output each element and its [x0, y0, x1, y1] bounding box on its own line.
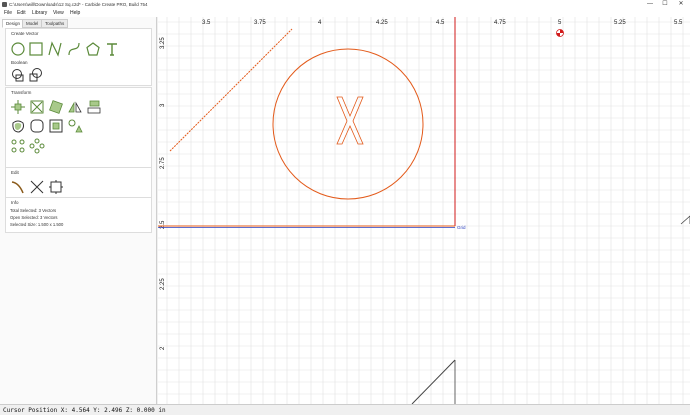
cursor-position-readout: Cursor Position X: 4.564 Y: 2.496 Z: 0.0…: [3, 406, 166, 414]
total-selected-info: Total Selected: 3 Vectors: [10, 208, 57, 213]
mirror-icon[interactable]: [67, 99, 83, 115]
app-icon: [2, 2, 7, 7]
menu-file[interactable]: File: [4, 10, 12, 16]
menu-library[interactable]: Library: [32, 10, 47, 16]
boolean-label: Boolean: [11, 60, 28, 65]
x-tick-label: 5.5: [674, 20, 683, 26]
tab-toolpaths[interactable]: Toolpaths: [41, 19, 69, 28]
menu-bar: File Edit Library View Help: [0, 9, 690, 17]
minor-grid: [158, 17, 690, 404]
status-bar: Cursor Position X: 4.564 Y: 2.496 Z: 0.0…: [0, 404, 690, 415]
boolean-panel: Boolean: [5, 58, 152, 86]
partial-shape-vector[interactable]: [680, 215, 690, 225]
design-sidebar: Design Model Toolpaths Create Vector Boo…: [0, 17, 157, 404]
menu-view[interactable]: View: [53, 10, 64, 16]
trim-icon[interactable]: [29, 179, 45, 195]
x-tick-label: 4.25: [376, 20, 388, 26]
canvas-drawing[interactable]: 3.5 3.75 4 4.25 4.5 4.75 5 5.25 5.5 3.25…: [158, 17, 690, 404]
window-title: C:\Users\will\Downloads\12 Sq.c2d* - Car…: [9, 1, 148, 7]
offset-icon[interactable]: [10, 118, 26, 134]
menu-edit[interactable]: Edit: [17, 10, 26, 16]
tab-model[interactable]: Model: [22, 19, 43, 28]
design-canvas[interactable]: 3.5 3.75 4 4.25 4.5 4.75 5 5.25 5.5 3.25…: [158, 17, 690, 404]
create-vector-label: Create Vector: [11, 31, 39, 36]
transform-label: Transform: [11, 90, 32, 95]
maximize-button[interactable]: ☐: [659, 0, 671, 8]
x-tick-label: 4: [318, 20, 322, 26]
y-tick-label: 2.25: [160, 278, 166, 290]
info-label: Info: [11, 200, 19, 205]
y-tick-label: 2.75: [160, 157, 166, 169]
selected-size-info: Selected Size: 1.500 x 1.500: [10, 222, 64, 227]
y-axis-labels: 3.25 3 2.75 2.5 2.25 2: [160, 37, 166, 350]
node-edit-icon[interactable]: [10, 179, 26, 195]
home-marker-icon: [556, 29, 564, 37]
x-tick-label: 3.5: [202, 20, 211, 26]
edit-panel: Edit: [5, 167, 152, 199]
rotate-icon[interactable]: [48, 99, 64, 115]
x-tick-label: 5: [558, 20, 562, 26]
edit-label: Edit: [11, 170, 19, 175]
x-tick-label: 4.75: [494, 20, 506, 26]
text-tool-icon[interactable]: [104, 41, 120, 57]
join-icon[interactable]: [48, 179, 64, 195]
info-panel: Info Total Selected: 3 Vectors Open Sele…: [5, 197, 152, 233]
circle-vector[interactable]: [272, 48, 424, 200]
x-tick-label: 5.25: [614, 20, 626, 26]
array-icon[interactable]: [67, 118, 83, 134]
move-icon[interactable]: [10, 99, 26, 115]
menu-help[interactable]: Help: [70, 10, 80, 16]
x-tick-label: 3.75: [254, 20, 266, 26]
scale-icon[interactable]: [29, 99, 45, 115]
x-tick-label: 4.5: [436, 20, 445, 26]
title-bar: C:\Users\will\Downloads\12 Sq.c2d* - Car…: [0, 0, 690, 9]
y-tick-label: 3.25: [160, 37, 166, 49]
polygon-tool-icon[interactable]: [85, 41, 101, 57]
grid-array-icon[interactable]: [29, 138, 45, 154]
close-button[interactable]: ✕: [675, 0, 687, 8]
fillet-icon[interactable]: [29, 118, 45, 134]
polyline-tool-icon[interactable]: [47, 41, 63, 57]
open-selected-info: Open Selected: 3 Vectors: [10, 215, 58, 220]
grid-label: Grid: [457, 225, 466, 230]
boundary-icon[interactable]: [48, 118, 64, 134]
curve-tool-icon[interactable]: [66, 41, 82, 57]
align-icon[interactable]: [86, 99, 102, 115]
y-tick-label: 2: [160, 346, 166, 350]
subtract-icon[interactable]: [28, 67, 44, 83]
weld-icon[interactable]: [10, 67, 26, 83]
circle-tool-icon[interactable]: [10, 41, 26, 57]
y-tick-label: 3: [160, 103, 166, 107]
circular-array-icon[interactable]: [10, 138, 26, 154]
tab-design[interactable]: Design: [2, 19, 25, 28]
rectangle-tool-icon[interactable]: [28, 41, 44, 57]
minimize-button[interactable]: —: [644, 0, 656, 8]
